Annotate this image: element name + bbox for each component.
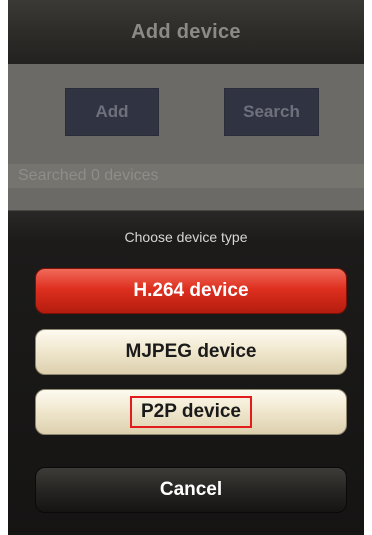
cancel-label: Cancel bbox=[159, 479, 223, 500]
page-title: Add device bbox=[131, 20, 241, 43]
add-button[interactable]: Add bbox=[65, 88, 159, 136]
search-button[interactable]: Search bbox=[224, 88, 319, 136]
p2p-device-button[interactable]: P2P device bbox=[35, 389, 347, 435]
search-status: Searched 0 devices bbox=[8, 164, 364, 188]
action-sheet-title: Choose device type bbox=[124, 229, 248, 245]
h264-device-button[interactable]: H.264 device bbox=[35, 268, 347, 314]
mjpeg-device-label: MJPEG device bbox=[125, 341, 257, 362]
action-sheet: Choose device type H.264 device MJPEG de… bbox=[8, 210, 364, 535]
phone-screen: Add device Add Search Searched 0 devices… bbox=[8, 0, 364, 535]
p2p-device-label: P2P device bbox=[129, 396, 252, 428]
navigation-bar: Add device bbox=[8, 0, 364, 64]
mjpeg-device-button[interactable]: MJPEG device bbox=[35, 329, 347, 375]
h264-device-label: H.264 device bbox=[133, 280, 249, 301]
cancel-button[interactable]: Cancel bbox=[35, 467, 347, 513]
dimmed-content: Add Search Searched 0 devices bbox=[8, 64, 364, 210]
